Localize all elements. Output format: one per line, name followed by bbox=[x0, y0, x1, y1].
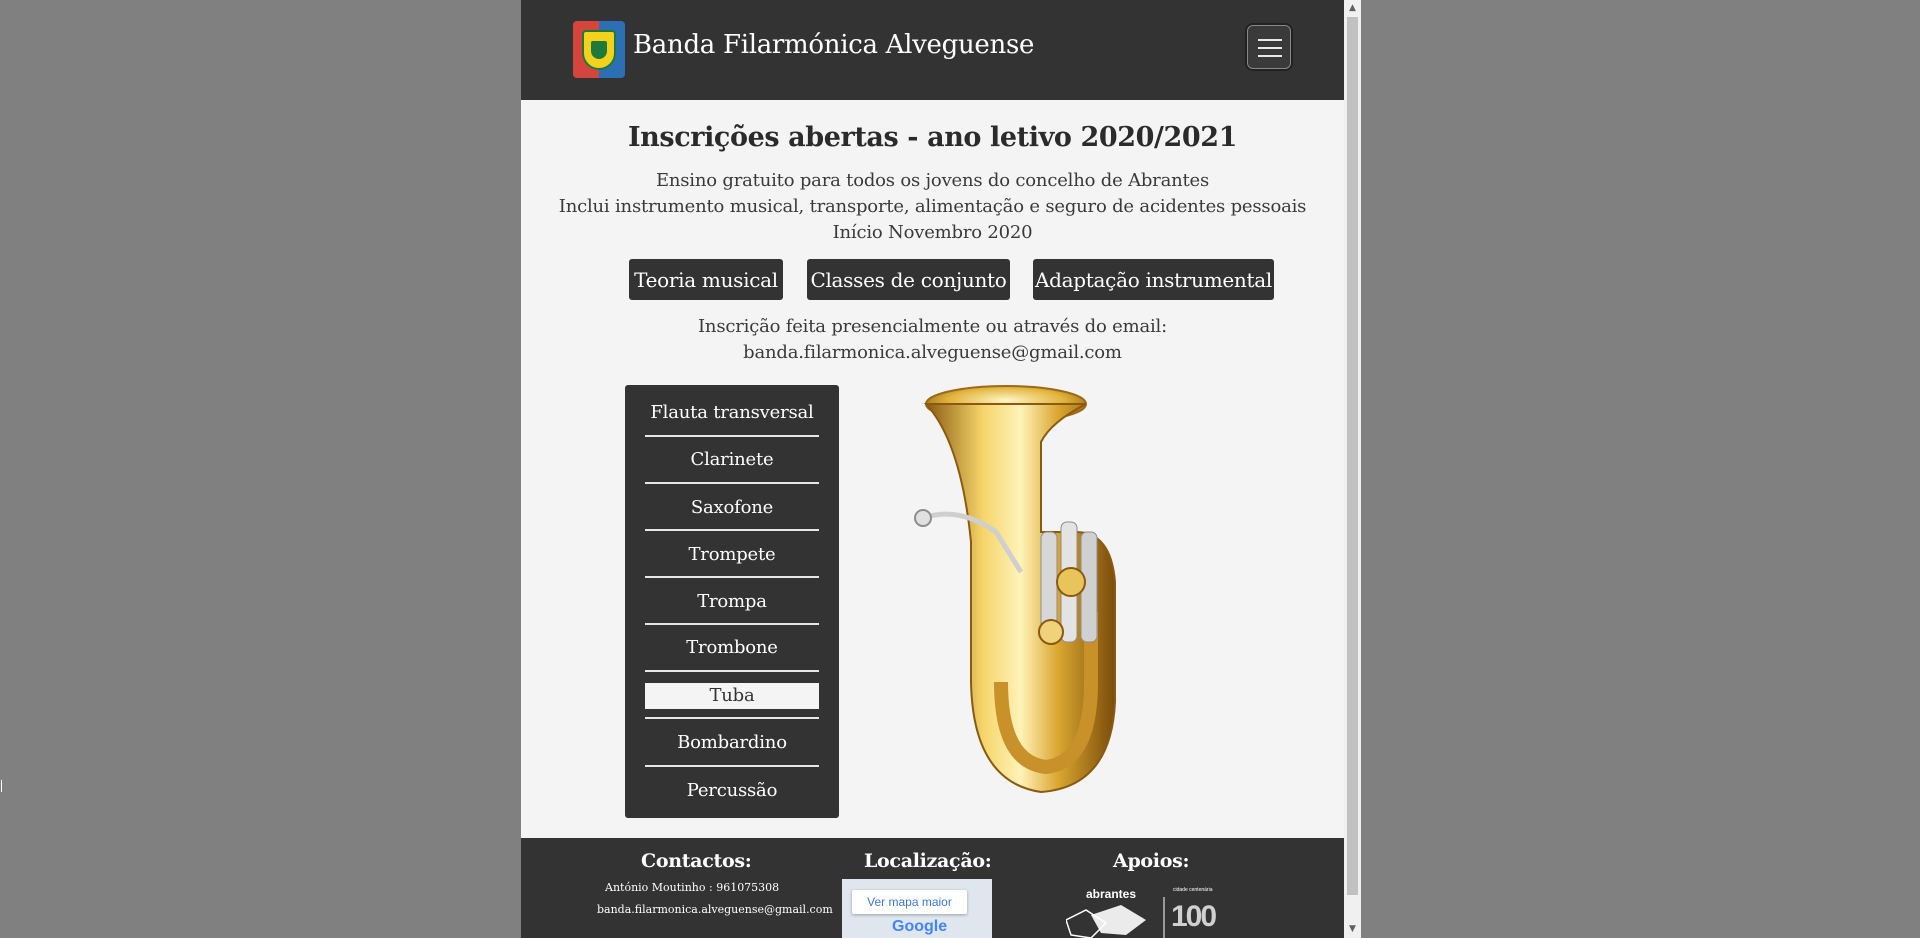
instrument-item-trompa[interactable]: Trompa bbox=[645, 589, 819, 615]
divider bbox=[645, 670, 819, 672]
course-teoria-musical-button[interactable]: Teoria musical bbox=[629, 259, 783, 300]
vertical-scrollbar[interactable]: ▲ ▼ bbox=[1344, 0, 1361, 938]
hamburger-menu-button[interactable] bbox=[1247, 25, 1291, 69]
contact-phone: António Moutinho : 961075308 bbox=[605, 881, 780, 894]
instrument-item-flauta[interactable]: Flauta transversal bbox=[645, 400, 819, 426]
crest-shield bbox=[582, 29, 616, 70]
contact-email[interactable]: banda.filarmonica.alveguense@gmail.com bbox=[597, 903, 833, 916]
divider bbox=[645, 765, 819, 767]
web-page: Banda Filarmónica Alveguense Inscrições … bbox=[521, 0, 1344, 938]
view-larger-map-button[interactable]: Ver mapa maior bbox=[852, 890, 967, 914]
enrollment-email[interactable]: banda.filarmonica.alveguense@gmail.com bbox=[521, 342, 1344, 363]
instrument-item-clarinete[interactable]: Clarinete bbox=[645, 447, 819, 473]
triangle-down-icon[interactable]: ▼ bbox=[1344, 921, 1361, 938]
crest-core bbox=[591, 40, 607, 59]
divider bbox=[645, 623, 819, 625]
site-header: Banda Filarmónica Alveguense bbox=[521, 0, 1344, 100]
hero-line: Início Novembro 2020 bbox=[832, 222, 1033, 243]
hamburger-icon bbox=[1258, 47, 1282, 49]
scrollbar-thumb[interactable] bbox=[1347, 17, 1358, 895]
instrument-item-bombardino[interactable]: Bombardino bbox=[645, 730, 819, 756]
instrument-menu: Flauta transversal Clarinete Saxofone Tr… bbox=[625, 385, 839, 818]
embedded-map[interactable]: Ver mapa maior Google bbox=[842, 879, 992, 938]
page-headline: Inscrições abertas - ano letivo 2020/202… bbox=[627, 122, 1238, 153]
instrument-item-trompete[interactable]: Trompete bbox=[645, 542, 819, 568]
site-title[interactable]: Banda Filarmónica Alveguense bbox=[633, 30, 1034, 60]
divider bbox=[645, 576, 819, 578]
location-heading: Localização: bbox=[864, 850, 992, 872]
instrument-item-percussao[interactable]: Percussão bbox=[645, 778, 819, 804]
tuba-image bbox=[914, 385, 1116, 794]
google-logo: Google bbox=[892, 918, 948, 935]
sponsor-name: abrantes bbox=[1086, 887, 1137, 901]
hamburger-icon bbox=[1258, 55, 1282, 57]
hero-line: Inclui instrumento musical, transporte, … bbox=[558, 196, 1307, 217]
instrument-item-saxofone[interactable]: Saxofone bbox=[645, 495, 819, 521]
site-footer: Contactos: António Moutinho : 961075308 … bbox=[521, 838, 1344, 938]
triangle-up-icon[interactable]: ▲ bbox=[1344, 0, 1361, 17]
divider bbox=[645, 717, 819, 719]
hamburger-icon bbox=[1258, 39, 1282, 41]
band-crest-icon[interactable] bbox=[573, 21, 625, 78]
divider bbox=[645, 482, 819, 484]
sponsor-badge-text: cidade centenária bbox=[1173, 887, 1213, 893]
browser-viewport: Banda Filarmónica Alveguense Inscrições … bbox=[521, 0, 1361, 938]
enrollment-instructions: Inscrição feita presencialmente ou atrav… bbox=[698, 316, 1167, 337]
instrument-item-tuba-selected[interactable]: Tuba bbox=[645, 683, 819, 709]
contacts-heading: Contactos: bbox=[641, 850, 752, 872]
course-adaptacao-instrumental-button[interactable]: Adaptação instrumental bbox=[1033, 259, 1274, 300]
sponsor-badge-number: 100 bbox=[1171, 900, 1217, 933]
course-classes-conjunto-button[interactable]: Classes de conjunto bbox=[807, 259, 1010, 300]
hero-line: Ensino gratuito para todos os jovens do … bbox=[655, 170, 1210, 191]
divider bbox=[645, 529, 819, 531]
divider bbox=[645, 435, 819, 437]
instrument-item-trombone[interactable]: Trombone bbox=[645, 635, 819, 661]
sponsors-heading: Apoios: bbox=[1113, 850, 1190, 872]
text-cursor bbox=[1, 780, 2, 792]
